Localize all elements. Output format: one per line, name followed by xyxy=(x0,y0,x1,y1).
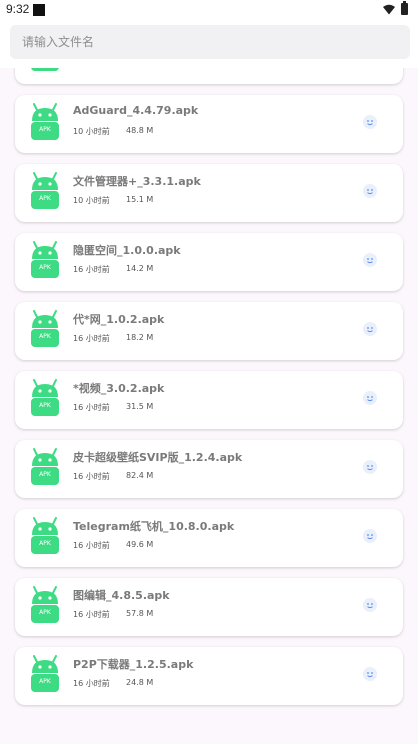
file-name: Telegram纸飞机_10.8.0.apk xyxy=(73,520,235,533)
apk-label: APK xyxy=(39,402,51,409)
apk-label: APK xyxy=(39,195,51,202)
file-card[interactable]: APK 皮卡超级壁纸SVIP版_1.2.4.apk 16 小时前 82.4 M xyxy=(15,440,403,498)
file-name: *视频_3.0.2.apk xyxy=(73,382,165,395)
file-time: 16 小时前 xyxy=(73,265,110,274)
file-time: 16 小时前 xyxy=(73,541,110,550)
file-time: 16 小时前 xyxy=(73,334,110,343)
file-size: 48.8 M xyxy=(126,126,154,135)
apk-label: APK xyxy=(39,126,51,133)
apk-label: APK xyxy=(39,609,51,616)
file-name: 图编辑_4.8.5.apk xyxy=(73,589,170,602)
status-bar: 9:32 xyxy=(0,0,418,20)
file-size: 57.8 M xyxy=(126,609,154,618)
battery-icon xyxy=(401,1,408,15)
more-options-icon[interactable] xyxy=(363,115,377,129)
file-size: 14.2 M xyxy=(126,264,154,273)
more-options-icon[interactable] xyxy=(363,322,377,336)
wifi-icon xyxy=(383,4,395,15)
file-time: 16 小时前 xyxy=(73,610,110,619)
apk-icon: APK xyxy=(28,170,62,210)
file-name: 皮卡超级壁纸SVIP版_1.2.4.apk xyxy=(73,451,243,464)
apk-icon: APK xyxy=(28,377,62,417)
apk-icon: APK xyxy=(28,101,62,141)
file-name: P2P下载器_1.2.5.apk xyxy=(73,658,194,671)
more-options-icon[interactable] xyxy=(363,667,377,681)
file-card[interactable]: APK 隐匿空间_1.0.0.apk 16 小时前 14.2 M xyxy=(15,233,403,291)
file-card[interactable]: APK 代*网_1.0.2.apk 16 小时前 18.2 M xyxy=(15,302,403,360)
more-options-icon[interactable] xyxy=(363,598,377,612)
file-card[interactable]: APK P2P下载器_1.2.5.apk 16 小时前 24.8 M xyxy=(15,647,403,705)
apk-icon: APK xyxy=(28,239,62,279)
file-list[interactable]: APK MyRadio收音机_1.1.81.0217.apk 10 小时前 24… xyxy=(0,50,418,744)
more-options-icon[interactable] xyxy=(363,253,377,267)
file-name: AdGuard_4.4.79.apk xyxy=(73,104,199,117)
file-size: 15.1 M xyxy=(126,195,154,204)
file-time: 16 小时前 xyxy=(73,403,110,412)
apk-label: APK xyxy=(39,264,51,271)
search-bar xyxy=(0,20,418,68)
file-size: 82.4 M xyxy=(126,471,154,480)
file-time: 10 小时前 xyxy=(73,196,110,205)
apk-label: APK xyxy=(39,471,51,478)
file-size: 31.5 M xyxy=(126,402,154,411)
apk-label: APK xyxy=(39,678,51,685)
more-options-icon[interactable] xyxy=(363,184,377,198)
file-name: 隐匿空间_1.0.0.apk xyxy=(73,244,181,257)
more-options-icon[interactable] xyxy=(363,391,377,405)
notification-icon xyxy=(33,4,45,16)
more-options-icon[interactable] xyxy=(363,460,377,474)
status-time: 9:32 xyxy=(6,2,30,16)
apk-icon: APK xyxy=(28,515,62,555)
search-input[interactable] xyxy=(10,25,410,59)
apk-label: APK xyxy=(39,540,51,547)
file-time: 16 小时前 xyxy=(73,472,110,481)
more-options-icon[interactable] xyxy=(363,529,377,543)
file-card[interactable]: APK 图编辑_4.8.5.apk 16 小时前 57.8 M xyxy=(15,578,403,636)
file-size: 49.6 M xyxy=(126,540,154,549)
file-card[interactable]: APK 文件管理器+_3.3.1.apk 10 小时前 15.1 M xyxy=(15,164,403,222)
apk-label: APK xyxy=(39,333,51,340)
file-size: 18.2 M xyxy=(126,333,154,342)
file-name: 代*网_1.0.2.apk xyxy=(73,313,165,326)
file-time: 16 小时前 xyxy=(73,679,110,688)
apk-icon: APK xyxy=(28,584,62,624)
apk-icon: APK xyxy=(28,653,62,693)
file-card[interactable]: APK *视频_3.0.2.apk 16 小时前 31.5 M xyxy=(15,371,403,429)
file-card[interactable]: APK Telegram纸飞机_10.8.0.apk 16 小时前 49.6 M xyxy=(15,509,403,567)
file-card[interactable]: APK AdGuard_4.4.79.apk 10 小时前 48.8 M xyxy=(15,95,403,153)
file-name: 文件管理器+_3.3.1.apk xyxy=(73,175,201,188)
apk-icon: APK xyxy=(28,446,62,486)
file-time: 10 小时前 xyxy=(73,127,110,136)
apk-icon: APK xyxy=(28,308,62,348)
file-size: 24.8 M xyxy=(126,678,154,687)
